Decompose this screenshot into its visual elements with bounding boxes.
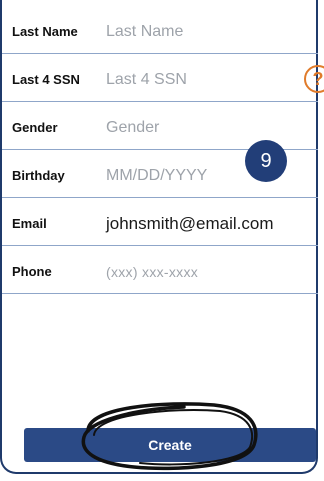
phone-label: Phone [12,264,52,279]
create-button[interactable]: Create [24,428,316,462]
last-name-input[interactable]: Last Name [106,10,183,53]
email-label: Email [12,216,47,231]
phone-row: Phone (xxx) xxx-xxxx [2,250,318,294]
ssn-label: Last 4 SSN [12,72,80,87]
ssn-input[interactable]: Last 4 SSN [106,58,187,101]
ssn-row: Last 4 SSN Last 4 SSN ? [2,58,324,102]
birthday-input[interactable]: MM/DD/YYYY [106,154,207,197]
last-name-row: Last Name Last Name [2,10,318,54]
email-input[interactable]: johnsmith@email.com [106,202,273,245]
birthday-label: Birthday [12,168,65,183]
help-icon[interactable]: ? [304,65,324,93]
gender-label: Gender [12,120,58,135]
last-name-label: Last Name [12,24,78,39]
email-row: Email johnsmith@email.com [2,202,318,246]
phone-input[interactable]: (xxx) xxx-xxxx [106,250,198,293]
step-number-badge: 9 [245,140,287,182]
phone-frame: Last Name Last Name Last 4 SSN Last 4 SS… [0,0,324,474]
gender-select[interactable]: Gender [106,106,159,149]
